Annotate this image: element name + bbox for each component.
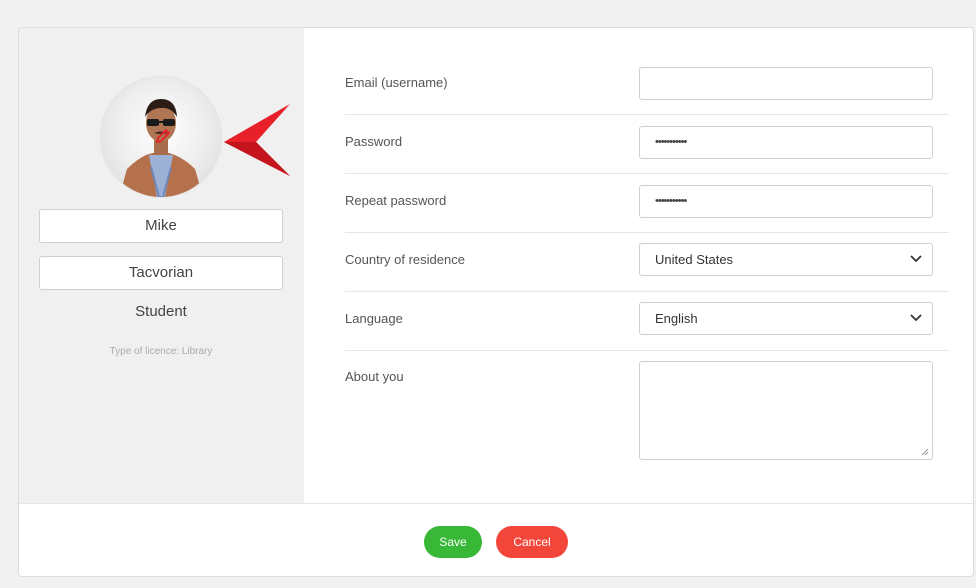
last-name-field[interactable]: Tacvorian xyxy=(39,256,283,290)
country-row: Country of residence United States xyxy=(345,233,949,292)
language-label: Language xyxy=(345,311,403,326)
resize-grip-icon[interactable] xyxy=(921,448,929,456)
repeat-password-label: Repeat password xyxy=(345,193,447,208)
pencil-icon[interactable] xyxy=(153,126,173,146)
country-selected-value: United States xyxy=(655,252,734,267)
repeat-password-field[interactable]: ••••••••••• xyxy=(639,185,933,218)
annotation-arrow-icon xyxy=(224,104,290,176)
about-row: About you xyxy=(345,351,949,481)
email-label: Email (username) xyxy=(345,75,448,90)
repeat-password-row: Repeat password ••••••••••• xyxy=(345,174,949,233)
password-row: Password ••••••••••• xyxy=(345,115,949,174)
language-select[interactable]: English xyxy=(639,302,933,335)
language-row: Language English xyxy=(345,292,949,351)
user-role: Student xyxy=(135,303,187,320)
email-field[interactable] xyxy=(639,67,933,100)
save-button[interactable]: Save xyxy=(424,526,482,558)
profile-sidebar: Mike Tacvorian Student Type of licence: … xyxy=(19,28,304,503)
licence-type: Type of licence: Library xyxy=(109,346,213,357)
country-label: Country of residence xyxy=(345,252,465,267)
country-select[interactable]: United States xyxy=(639,243,933,276)
cancel-button[interactable]: Cancel xyxy=(496,526,568,558)
about-label: About you xyxy=(345,369,404,384)
profile-form: Email (username) Password ••••••••••• Re… xyxy=(304,28,973,503)
language-selected-value: English xyxy=(655,311,698,326)
form-footer: Save Cancel xyxy=(19,503,973,576)
chevron-down-icon xyxy=(910,314,922,322)
first-name-field[interactable]: Mike xyxy=(39,209,283,243)
email-row: Email (username) xyxy=(345,57,949,115)
profile-card: Mike Tacvorian Student Type of licence: … xyxy=(18,27,974,577)
password-field[interactable]: ••••••••••• xyxy=(639,126,933,159)
password-label: Password xyxy=(345,134,403,149)
about-textarea[interactable] xyxy=(639,361,933,460)
chevron-down-icon xyxy=(910,255,922,263)
